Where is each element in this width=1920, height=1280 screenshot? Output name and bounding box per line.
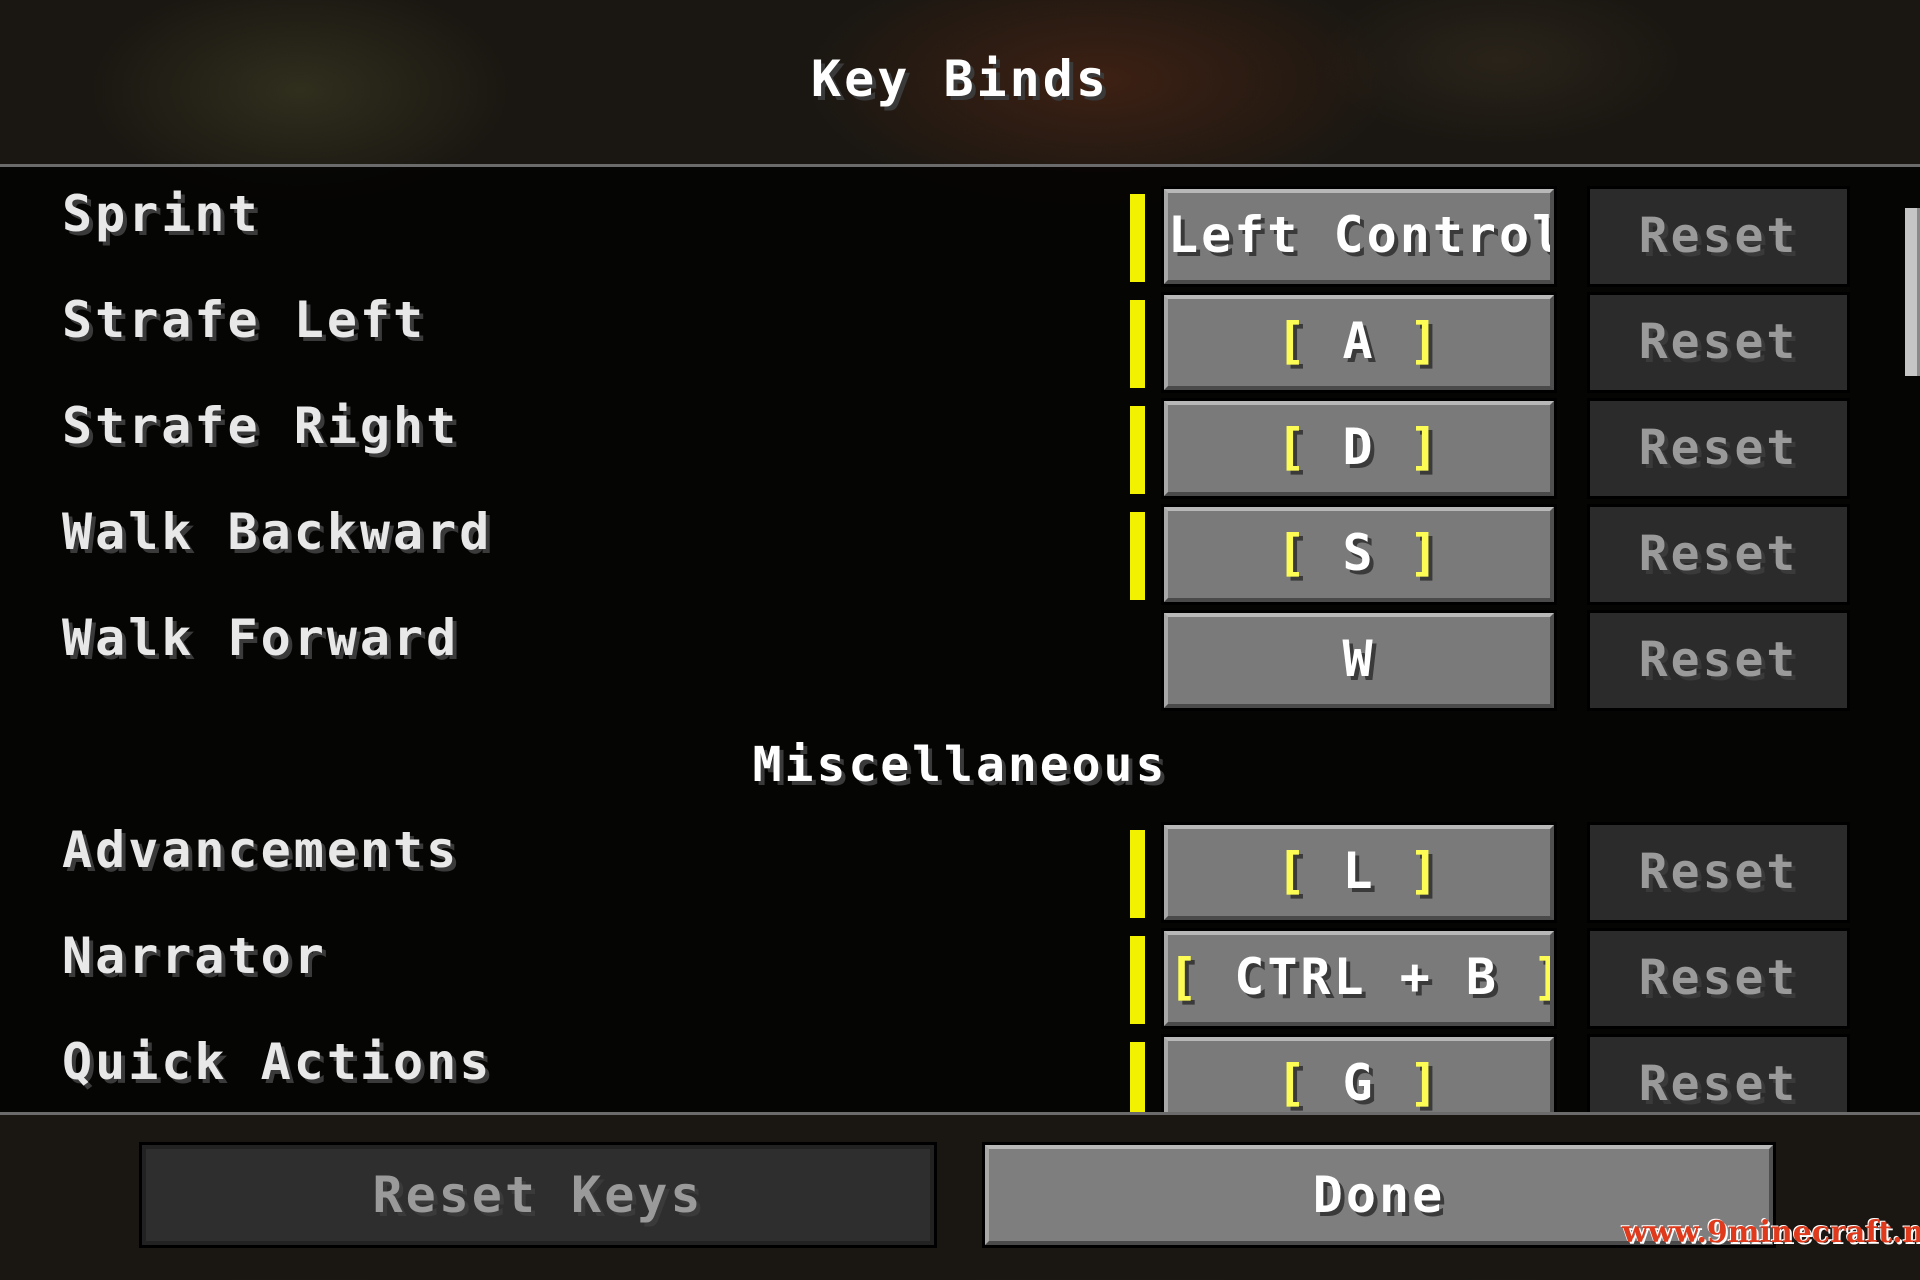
- key-text: A: [1309, 312, 1409, 370]
- reset-button[interactable]: Reset: [1587, 398, 1850, 499]
- keybind-row-walk-forward: Walk Forward W Reset: [0, 591, 1900, 711]
- keybind-label: Walk Forward: [62, 609, 460, 667]
- reset-button[interactable]: Reset: [1587, 610, 1850, 711]
- key-text: CTRL + B: [1201, 948, 1533, 1006]
- keybind-row-strafe-left: Strafe Left [ A ] Reset: [0, 273, 1900, 393]
- reset-button[interactable]: Reset: [1587, 822, 1850, 923]
- reset-button[interactable]: Reset: [1587, 1034, 1850, 1112]
- keybind-row-walk-backward: Walk Backward [ S ] Reset: [0, 485, 1900, 605]
- keybind-label: Narrator: [62, 927, 327, 985]
- conflict-marker: [1130, 194, 1145, 282]
- conflict-marker: [1130, 830, 1145, 918]
- keybind-button[interactable]: [ D ]: [1161, 398, 1557, 499]
- reset-button[interactable]: Reset: [1587, 292, 1850, 393]
- bracket-left: [: [1276, 842, 1310, 900]
- reset-button[interactable]: Reset: [1587, 504, 1850, 605]
- keybind-button[interactable]: W: [1161, 610, 1557, 711]
- conflict-marker: [1130, 512, 1145, 600]
- bracket-left: [: [1276, 418, 1310, 476]
- keybind-label: Strafe Right: [62, 397, 460, 455]
- keybind-row-advancements: Advancements [ L ] Reset: [0, 803, 1900, 923]
- bracket-left: [: [1276, 312, 1310, 370]
- conflict-marker: [1130, 406, 1145, 494]
- keybind-row-quick-actions: Quick Actions [ G ] Reset: [0, 1015, 1900, 1112]
- footer-bar: Reset Keys Done: [0, 1115, 1920, 1280]
- key-text: W: [1342, 630, 1376, 688]
- section-heading-miscellaneous: Miscellaneous: [752, 737, 1168, 793]
- keybind-list[interactable]: Sprint Left Control ] Reset Strafe Left …: [0, 167, 1920, 1112]
- bracket-right: ]: [1408, 418, 1442, 476]
- conflict-marker: [1130, 300, 1145, 388]
- keybind-row-sprint: Sprint Left Control ] Reset: [0, 167, 1900, 287]
- bracket-right: ]: [1408, 842, 1442, 900]
- key-text: S: [1309, 524, 1409, 582]
- bracket-right: ]: [1408, 312, 1442, 370]
- bracket-left: [: [1276, 1054, 1310, 1112]
- bracket-left: [: [1168, 948, 1202, 1006]
- keybind-label: Strafe Left: [62, 291, 427, 349]
- page-title: Key Binds: [811, 50, 1109, 108]
- keybind-button[interactable]: [ CTRL + B ]: [1161, 928, 1557, 1029]
- keybind-button[interactable]: [ L ]: [1161, 822, 1557, 923]
- keybind-button[interactable]: [ S ]: [1161, 504, 1557, 605]
- keybind-button[interactable]: [ A ]: [1161, 292, 1557, 393]
- keybind-button[interactable]: Left Control ]: [1161, 186, 1557, 287]
- bracket-left: [: [1276, 524, 1310, 582]
- key-text: Left Control: [1168, 206, 1554, 264]
- keybind-label: Advancements: [62, 821, 460, 879]
- conflict-marker: [1130, 1042, 1145, 1112]
- reset-button[interactable]: Reset: [1587, 186, 1850, 287]
- keybind-row-narrator: Narrator [ CTRL + B ] Reset: [0, 909, 1900, 1029]
- header-bar: Key Binds: [0, 0, 1920, 164]
- watermark-text: www.9minecraft.net: [1622, 1215, 1920, 1250]
- keybind-label: Quick Actions: [62, 1033, 493, 1091]
- bracket-right: ]: [1408, 524, 1442, 582]
- reset-button[interactable]: Reset: [1587, 928, 1850, 1029]
- keybind-label: Walk Backward: [62, 503, 493, 561]
- keybind-button[interactable]: [ G ]: [1161, 1034, 1557, 1112]
- keybind-label: Sprint: [62, 185, 261, 243]
- key-text: L: [1309, 842, 1409, 900]
- keybind-row-strafe-right: Strafe Right [ D ] Reset: [0, 379, 1900, 499]
- bracket-right: ]: [1532, 948, 1550, 1006]
- conflict-marker: [1130, 936, 1145, 1024]
- scrollbar-thumb[interactable]: [1905, 208, 1920, 376]
- key-text: G: [1309, 1054, 1409, 1112]
- bracket-right: ]: [1408, 1054, 1442, 1112]
- reset-keys-button[interactable]: Reset Keys: [139, 1142, 937, 1248]
- key-text: D: [1309, 418, 1409, 476]
